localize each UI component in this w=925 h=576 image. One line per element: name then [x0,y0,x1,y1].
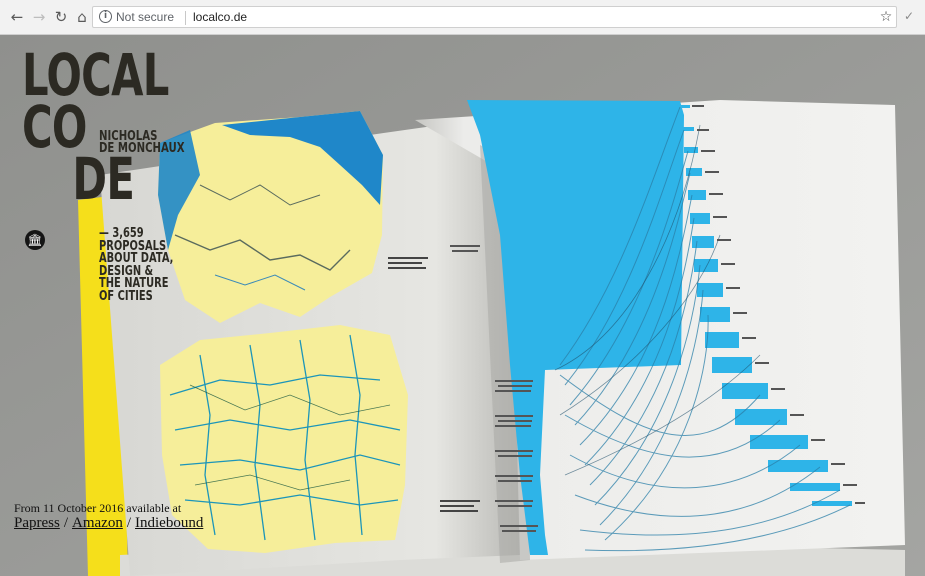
hero-page: LOCAL CO DE NICHOLAS DE MONCHAUX — 3,659… [0,35,925,576]
store-links: Papress / Amazon / Indiebound [14,515,203,532]
address-separator [185,11,186,25]
museum-icon[interactable]: 🏛 [25,230,45,250]
site-logo: LOCAL CO DE [22,46,169,208]
author-line-2: DE MONCHAUX [99,141,185,156]
reload-icon[interactable]: ↻ [52,8,70,26]
availability-text: From 11 October 2016 available at [14,501,182,515]
home-icon[interactable]: ⌂ [73,8,91,26]
store-link-indiebound[interactable]: Indiebound [135,515,203,531]
url-text[interactable]: localco.de [193,10,247,24]
security-label: Not secure [116,10,175,24]
info-icon[interactable]: i [99,10,112,23]
extension-checkmark-icon[interactable]: ✓ [904,9,914,23]
forward-arrow-icon[interactable]: → [30,8,48,26]
author-byline: NICHOLAS DE MONCHAUX [99,130,185,156]
store-separator: / [63,515,68,531]
store-link-papress[interactable]: Papress [14,515,60,531]
tagline: — 3,659 PROPOSALS ABOUT DATA, DESIGN & T… [99,227,173,304]
back-arrow-icon[interactable]: ← [8,8,26,26]
store-separator: / [126,515,131,531]
store-link-amazon[interactable]: Amazon [72,515,123,531]
tagline-line-6: OF CITIES [99,288,153,304]
bookmark-star-icon[interactable]: ☆ [875,7,897,27]
address-bar[interactable]: i Not secure localco.de ☆ [92,6,897,28]
browser-toolbar: ← → ↻ ⌂ i Not secure localco.de ☆ ✓ [0,0,925,35]
